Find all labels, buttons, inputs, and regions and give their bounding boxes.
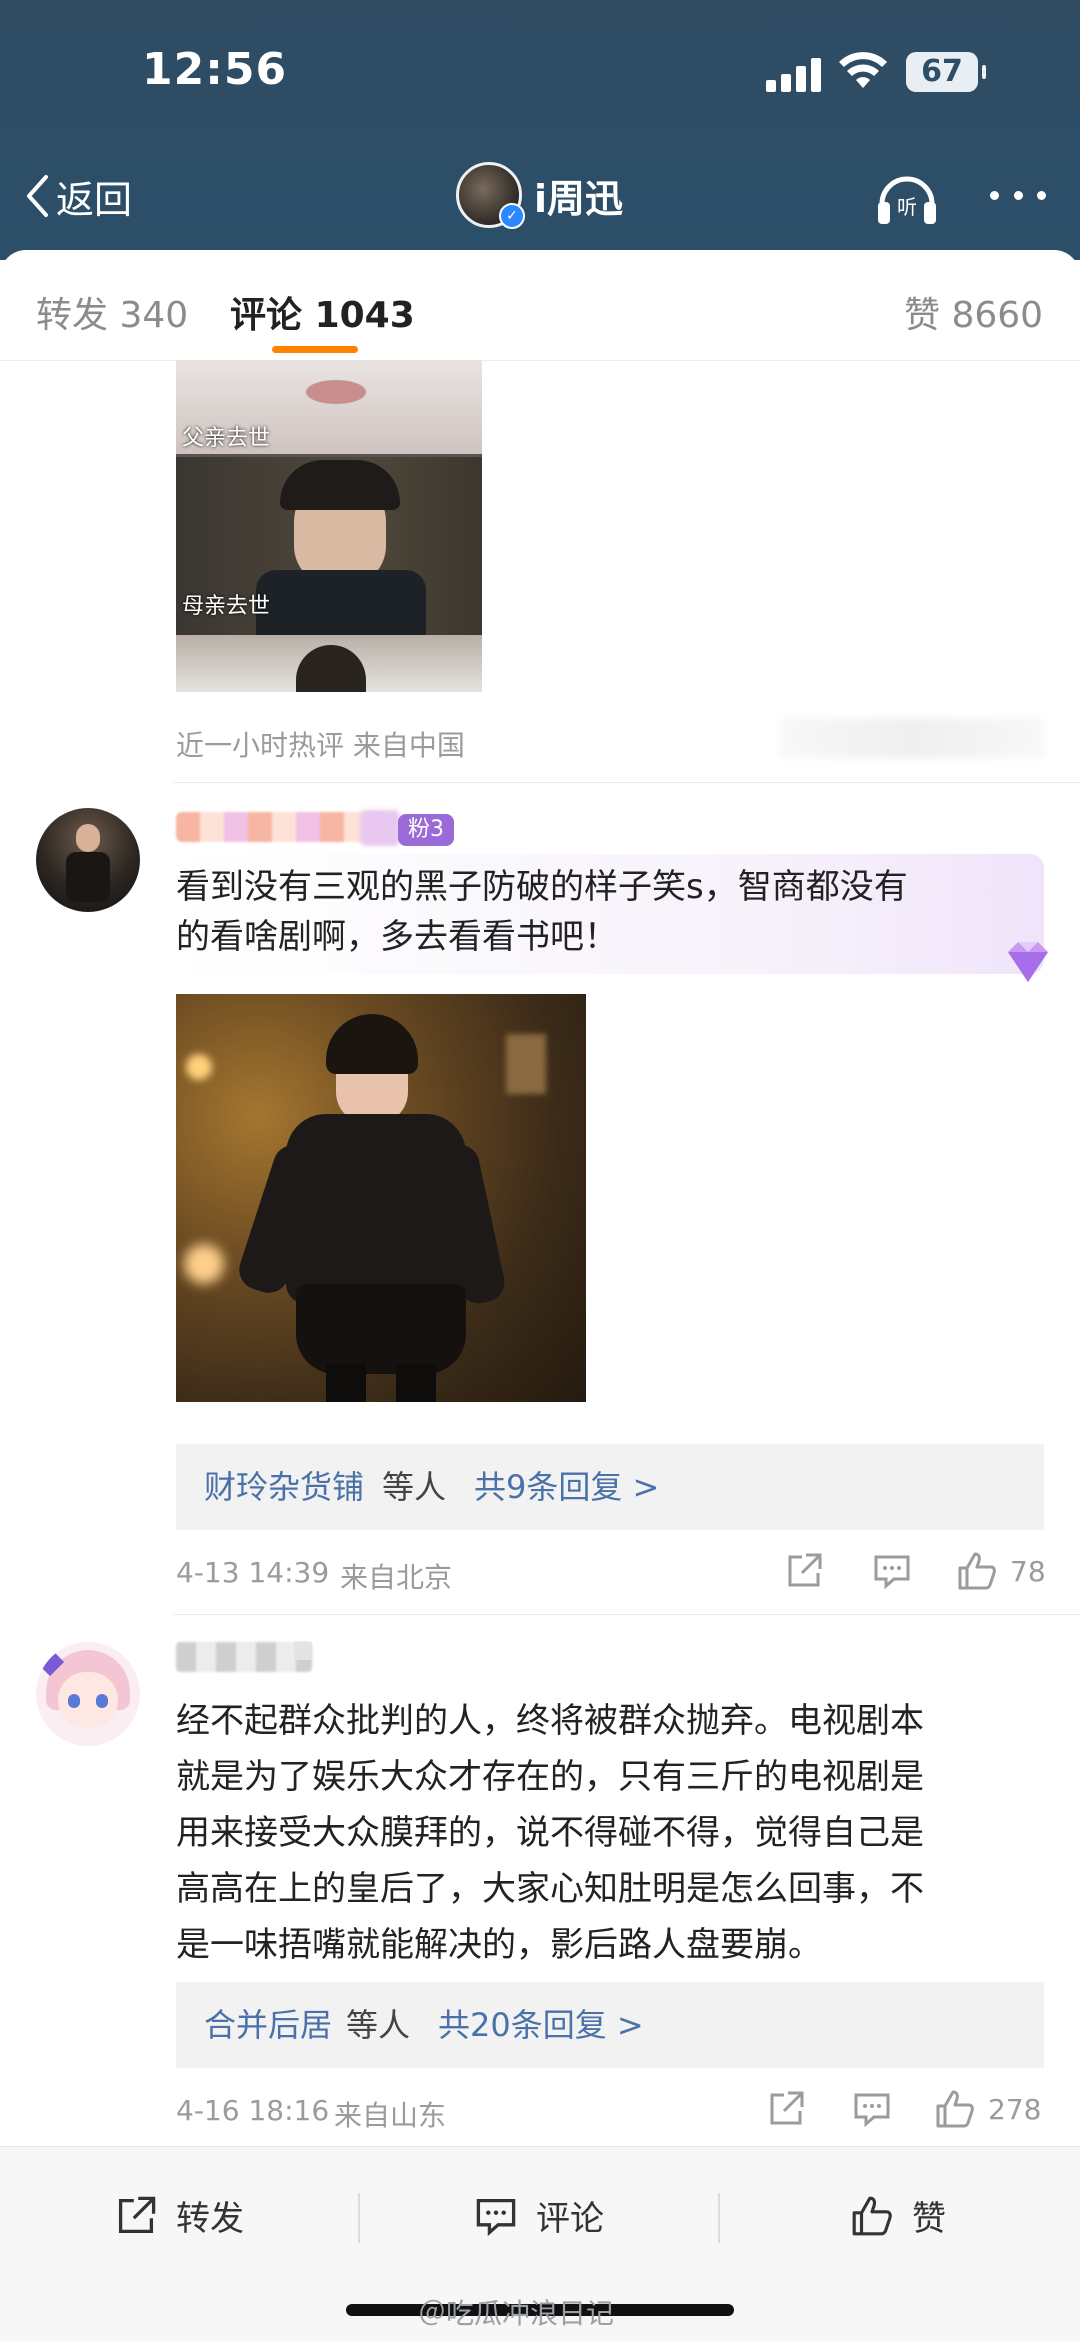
blurred-actions xyxy=(780,718,1044,758)
thumbs-up-icon xyxy=(852,2196,892,2235)
comment-photo[interactable] xyxy=(176,994,586,1402)
user-avatar[interactable] xyxy=(36,1642,140,1746)
tab-repost[interactable]: 转发 340 xyxy=(36,286,188,338)
wifi-icon xyxy=(839,52,887,88)
reply-username: 财玲杂货铺 xyxy=(204,1468,365,1506)
reply-username: 合并后居 xyxy=(204,2006,333,2044)
comment-text: 的看啥剧啊，多去看看书吧！ xyxy=(176,917,618,957)
comment-text: 高高在上的皇后了，大家心知肚明是怎么回事，不 xyxy=(176,1869,924,1909)
watermark: ＠吃瓜冲浪日记 xyxy=(418,2297,615,2330)
divider xyxy=(174,1614,1080,1615)
active-tab-indicator xyxy=(272,346,358,353)
verified-icon: ✓ xyxy=(499,203,525,229)
reply-count-link: 共20条回复 > xyxy=(438,2006,644,2044)
divider xyxy=(358,2193,360,2243)
like-post-button[interactable]: 赞 xyxy=(850,2191,946,2240)
like-button[interactable]: 278 xyxy=(934,2088,1041,2130)
like-button[interactable]: 78 xyxy=(956,1550,1046,1592)
fan-level-badge: 粉3 xyxy=(398,814,454,846)
image-caption: 母亲去世 xyxy=(182,594,271,619)
user-avatar[interactable] xyxy=(36,808,140,912)
reply-etc: 等人 xyxy=(382,1468,447,1506)
blurred-badge xyxy=(294,1642,312,1660)
back-button[interactable]: 返回 xyxy=(24,168,132,224)
chevron-left-icon xyxy=(27,175,48,217)
comment-icon[interactable] xyxy=(872,1551,912,1591)
back-label: 返回 xyxy=(56,177,133,222)
comment-button[interactable]: 评论 xyxy=(474,2191,604,2240)
tab-comments[interactable]: 评论 1043 xyxy=(230,286,415,338)
divider xyxy=(718,2193,720,2243)
reply-etc: 等人 xyxy=(346,2006,411,2044)
like-count: 78 xyxy=(1010,1554,1046,1588)
signal-icon xyxy=(766,56,822,92)
share-icon xyxy=(118,2196,156,2233)
comment-actions: 78 xyxy=(784,1550,1046,1592)
battery-indicator: 67 xyxy=(906,52,986,92)
divider xyxy=(174,782,1080,783)
thumbs-up-icon xyxy=(958,1552,996,1590)
comment-text: 经不起群众批判的人，终将被群众抛弃。电视剧本 xyxy=(176,1701,924,1741)
username-blurred[interactable] xyxy=(176,1642,312,1672)
comment-text: 就是为了娱乐大众才存在的，只有三斤的电视剧是 xyxy=(176,1757,924,1797)
account-header[interactable]: ✓ i周迅 xyxy=(456,162,624,229)
nav-bar: 返回 ✓ i周迅 听 xyxy=(0,150,1080,240)
reply-count-link: 共9条回复 > xyxy=(474,1468,660,1506)
repost-label: 转发 xyxy=(176,2199,244,2239)
comment-label: 评论 xyxy=(536,2199,604,2239)
tab-bar: 转发 340 评论 1043 赞 8660 xyxy=(0,250,1080,361)
like-count: 278 xyxy=(988,2092,1042,2126)
replies-preview[interactable]: 合并后居 等人 共20条回复 > xyxy=(176,1982,1044,2068)
blurred-avatar-badge xyxy=(360,810,400,846)
like-label: 赞 xyxy=(912,2199,946,2239)
comment-location: 来自北京 xyxy=(340,1561,453,1594)
svg-text:听: 听 xyxy=(897,195,917,219)
header: 12:56 67 返回 ✓ i周迅 听 xyxy=(0,0,1080,260)
diamond-icon xyxy=(1008,942,1048,982)
account-avatar[interactable]: ✓ xyxy=(456,162,525,229)
share-icon[interactable] xyxy=(766,2089,806,2129)
comment-image-collage[interactable]: 父亲去世 母亲去世 xyxy=(176,360,482,692)
comment-location: 来自山东 xyxy=(334,2099,447,2132)
repost-button[interactable]: 转发 xyxy=(114,2191,244,2240)
tab-likes[interactable]: 赞 8660 xyxy=(904,286,1043,338)
listen-icon[interactable]: 听 xyxy=(872,164,942,230)
status-time: 12:56 xyxy=(142,44,288,95)
image-caption: 父亲去世 xyxy=(182,426,271,451)
account-name: i周迅 xyxy=(534,176,624,221)
username-blurred[interactable] xyxy=(176,812,386,842)
status-bar: 12:56 67 xyxy=(0,0,1080,140)
comment-actions: 278 xyxy=(766,2088,1041,2130)
comment-text: 用来接受大众膜拜的，说不得碰不得，觉得自己是 xyxy=(176,1813,924,1853)
comment-text: 看到没有三观的黑子防破的样子笑s，智商都没有 xyxy=(176,867,908,907)
thumbs-up-icon xyxy=(936,2090,974,2128)
replies-preview[interactable]: 财玲杂货铺 等人 共9条回复 > xyxy=(176,1444,1044,1530)
more-options-button[interactable] xyxy=(990,180,1046,210)
comment-icon[interactable] xyxy=(852,2089,892,2129)
comment-icon xyxy=(476,2198,516,2236)
comment-meta: 近一小时热评 来自中国 xyxy=(176,729,465,762)
share-icon[interactable] xyxy=(784,1551,824,1591)
comment-time: 4-13 14:39 xyxy=(176,1556,330,1589)
comment-time: 4-16 18:16 xyxy=(176,2094,330,2127)
comment-text: 是一味捂嘴就能解决的，影后路人盘要崩。 xyxy=(176,1925,822,1965)
